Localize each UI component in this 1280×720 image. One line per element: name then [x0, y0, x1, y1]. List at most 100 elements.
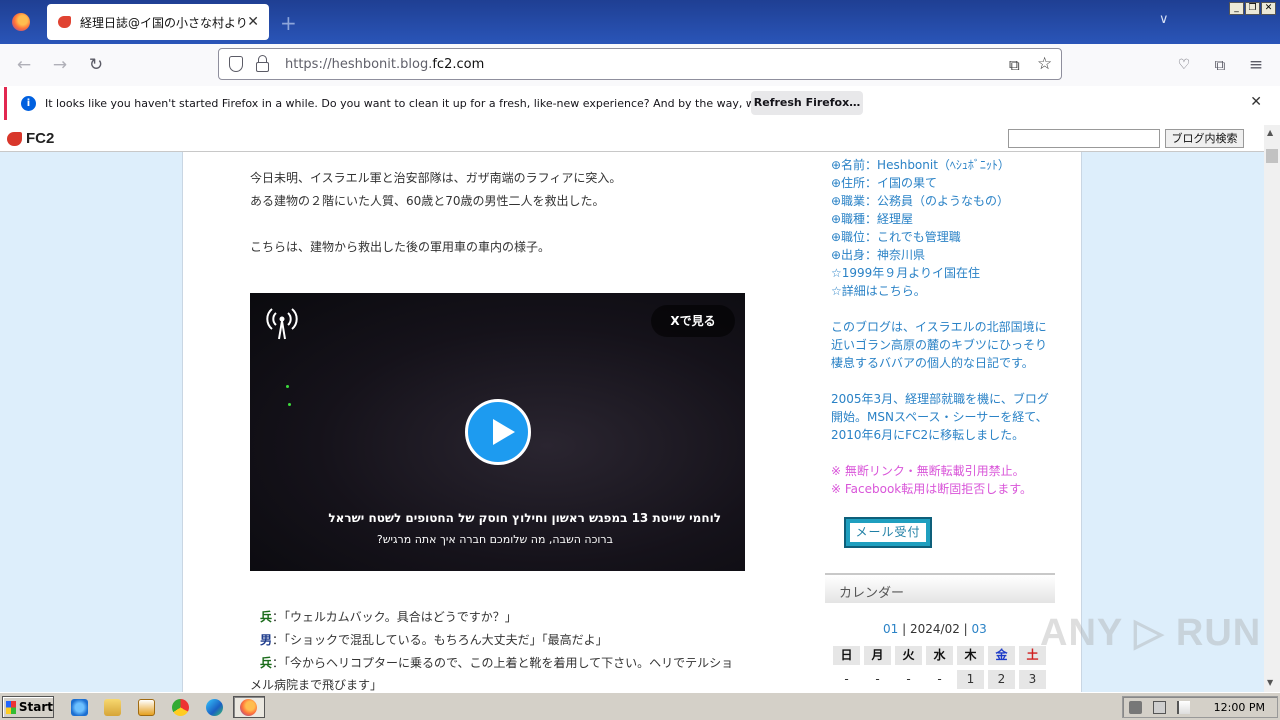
edge-icon[interactable] [206, 699, 223, 716]
system-tray: 12:00 PM [1122, 696, 1278, 718]
start-button[interactable]: Start [2, 696, 54, 718]
video-subtitle: ברוכה השבה, מה שלומכם חברה איך אתה מרגיש… [376, 533, 613, 546]
reload-icon[interactable]: ↻ [84, 53, 108, 77]
scroll-down-icon[interactable]: ▼ [1267, 678, 1273, 687]
fc2-favicon-icon [57, 14, 73, 30]
new-tab-icon[interactable]: + [280, 11, 297, 35]
notice-line: ※ Facebook転用は断固拒否します。 [831, 482, 1033, 496]
info-icon: i [21, 96, 36, 111]
blog-search-input[interactable] [1008, 129, 1160, 148]
embedded-video[interactable]: Xで見る לוחמי שייטת 13 במפגש ראשון וחילוץ ח… [250, 293, 745, 571]
profile-line: ⊕名前：Heshbonit（ﾍｼｭﾎﾞﾆｯﾄ） [831, 158, 1010, 172]
profile-line: ⊕出身：神奈川県 [831, 248, 926, 262]
play-icon[interactable] [465, 399, 531, 465]
history-line: 開始。MSNスペース・シーサーを経て、 [831, 410, 1048, 424]
windows-logo-icon [6, 700, 16, 714]
tracking-protection-shield-icon[interactable] [227, 55, 245, 73]
windows-taskbar: Start 12:00 PM [0, 692, 1280, 720]
mail-form-button[interactable]: メール受付 [844, 517, 932, 548]
calendar-nav: 01 | 2024/02 | 03 [883, 622, 987, 636]
blog-search-button[interactable]: ブログ内検索 [1165, 129, 1244, 148]
calendar-next-month-link[interactable]: 03 [972, 622, 987, 636]
about-line: 棲息するババアの個人的な日記です。 [831, 356, 1034, 370]
hamburger-menu-icon[interactable]: ≡ [1244, 53, 1268, 77]
network-icon[interactable] [1153, 701, 1166, 714]
about-line: このブログは、イスラエルの北部国境に [831, 320, 1047, 334]
volume-icon[interactable] [1129, 701, 1142, 714]
notification-close-icon[interactable]: ✕ [1250, 94, 1262, 110]
profile-line: ⊕職種：経理屋 [831, 212, 914, 226]
profile-line: ⊕職業：公務員（のようなもの） [831, 194, 1010, 208]
tab-strip: 経理日誌@イ国の小さな村より ✕ + ∨ _ ❐ ✕ [0, 0, 1280, 44]
scrollbar-thumb[interactable] [1266, 149, 1278, 163]
web-page: FC2 ブログ内検索 今日未明、イスラエル軍と治安部隊は、ガザ南端のラフィアに突… [0, 125, 1264, 692]
scroll-up-icon[interactable]: ▲ [1267, 128, 1273, 137]
calendar-day: - [844, 672, 849, 686]
internet-explorer-icon[interactable] [71, 699, 88, 716]
fc2-header-bar: FC2 ブログ内検索 [0, 125, 1264, 152]
calendar-day: - [937, 672, 942, 686]
dialog-line: 兵：「今からヘリコプターに乗るので、この上着と靴を着用して下さい。ヘリでテルショ [260, 656, 734, 670]
url-text: https://heshbonit.blog.fc2.com [285, 56, 485, 72]
history-line: 2005年3月、経理部就職を機に、ブログ [831, 392, 1049, 406]
article-text: 今日未明、イスラエル軍と治安部隊は、ガザ南端のラフィアに突入。 [250, 171, 622, 185]
calendar-weekday: 金 [988, 646, 1015, 665]
firefox-icon [240, 699, 257, 716]
refresh-firefox-button[interactable]: Refresh Firefox… [751, 91, 863, 115]
profile-line: ⊕職位：これでも管理職 [831, 230, 961, 244]
profile-details-link[interactable]: ☆詳細はこちら。 [831, 282, 926, 299]
forward-arrow-icon[interactable]: → [48, 53, 72, 77]
fc2-logo-icon [7, 131, 22, 146]
bookmark-star-icon[interactable]: ☆ [1037, 54, 1052, 74]
clock: 12:00 PM [1213, 701, 1265, 714]
calendar-weekday: 月 [864, 646, 891, 665]
back-arrow-icon[interactable]: ← [12, 53, 36, 77]
broadcast-antenna-icon [266, 308, 298, 340]
tab-active[interactable]: 経理日誌@イ国の小さな村より ✕ [47, 4, 269, 40]
notification-bar: i It looks like you haven't started Fire… [4, 87, 1276, 120]
about-line: 近いゴラン高原の麓のキブツにひっそり [831, 338, 1048, 352]
list-all-tabs-icon[interactable]: ∨ [1159, 12, 1169, 27]
fc2-logo[interactable]: FC2 [7, 130, 54, 147]
calendar-day: - [875, 672, 880, 686]
calendar-weekday: 日 [833, 646, 860, 665]
calendar-current-month: 2024/02 [909, 622, 960, 636]
tab-title: 経理日誌@イ国の小さな村より [79, 15, 248, 30]
history-line: 2010年6月にFC2に移転しました。 [831, 428, 1025, 442]
extensions-icon[interactable]: ⧉ [1208, 53, 1232, 77]
firefox-menu-button[interactable] [0, 0, 42, 44]
video-subtitle: לוחמי שייטת 13 במפגש ראשון וחילוץ חוסק ש… [328, 511, 721, 525]
calendar-day[interactable]: 2 [988, 670, 1015, 689]
close-window-icon[interactable]: ✕ [1261, 2, 1276, 15]
vertical-scrollbar[interactable]: ▲ ▼ [1264, 125, 1280, 692]
calendar-weekday: 水 [926, 646, 953, 665]
restore-icon[interactable]: ❐ [1245, 2, 1260, 15]
profile-line: ⊕住所：イ国の果て [831, 176, 938, 190]
file-explorer-icon[interactable] [104, 699, 121, 716]
lock-icon[interactable] [253, 54, 271, 73]
article-text: ある建物の２階にいた人質、60歳と70歳の男性二人を救出した。 [250, 194, 605, 208]
blog-content: 今日未明、イスラエル軍と治安部隊は、ガザ南端のラフィアに突入。 ある建物の２階に… [182, 152, 1082, 692]
calendar-day[interactable]: 1 [957, 670, 984, 689]
anyrun-watermark: ANY ▷ RUN [1040, 612, 1262, 654]
tab-close-icon[interactable]: ✕ [247, 14, 259, 30]
flag-icon[interactable] [1177, 701, 1190, 714]
navigation-toolbar: ← → ↻ https://heshbonit.blog.fc2.com ⧉ ☆… [0, 44, 1280, 86]
dialog-line: メル病院まで飛びます」 [250, 678, 383, 692]
url-bar[interactable]: https://heshbonit.blog.fc2.com ⧉ ☆ [218, 48, 1062, 80]
profile-line: ☆1999年９月よりイ国在住 [831, 266, 981, 280]
article-text: こちらは、建物から救出した後の軍用車の車内の様子。 [250, 240, 551, 254]
translate-page-icon[interactable]: ⧉ [1009, 56, 1020, 74]
view-on-x-button[interactable]: Xで見る [651, 305, 735, 337]
notice-line: ※ 無断リンク・無断転載引用禁止。 [831, 464, 1025, 478]
calendar-weekday: 火 [895, 646, 922, 665]
calendar-day[interactable]: 3 [1019, 670, 1046, 689]
calendar-prev-month-link[interactable]: 01 [883, 622, 898, 636]
calendar-day: - [906, 672, 911, 686]
pocket-icon[interactable]: ♡ [1172, 53, 1196, 77]
media-player-icon[interactable] [138, 699, 155, 716]
taskbar-firefox-button[interactable] [233, 696, 265, 718]
chrome-icon[interactable] [172, 699, 189, 716]
minimize-icon[interactable]: _ [1229, 2, 1244, 15]
firefox-logo-icon [12, 13, 30, 31]
